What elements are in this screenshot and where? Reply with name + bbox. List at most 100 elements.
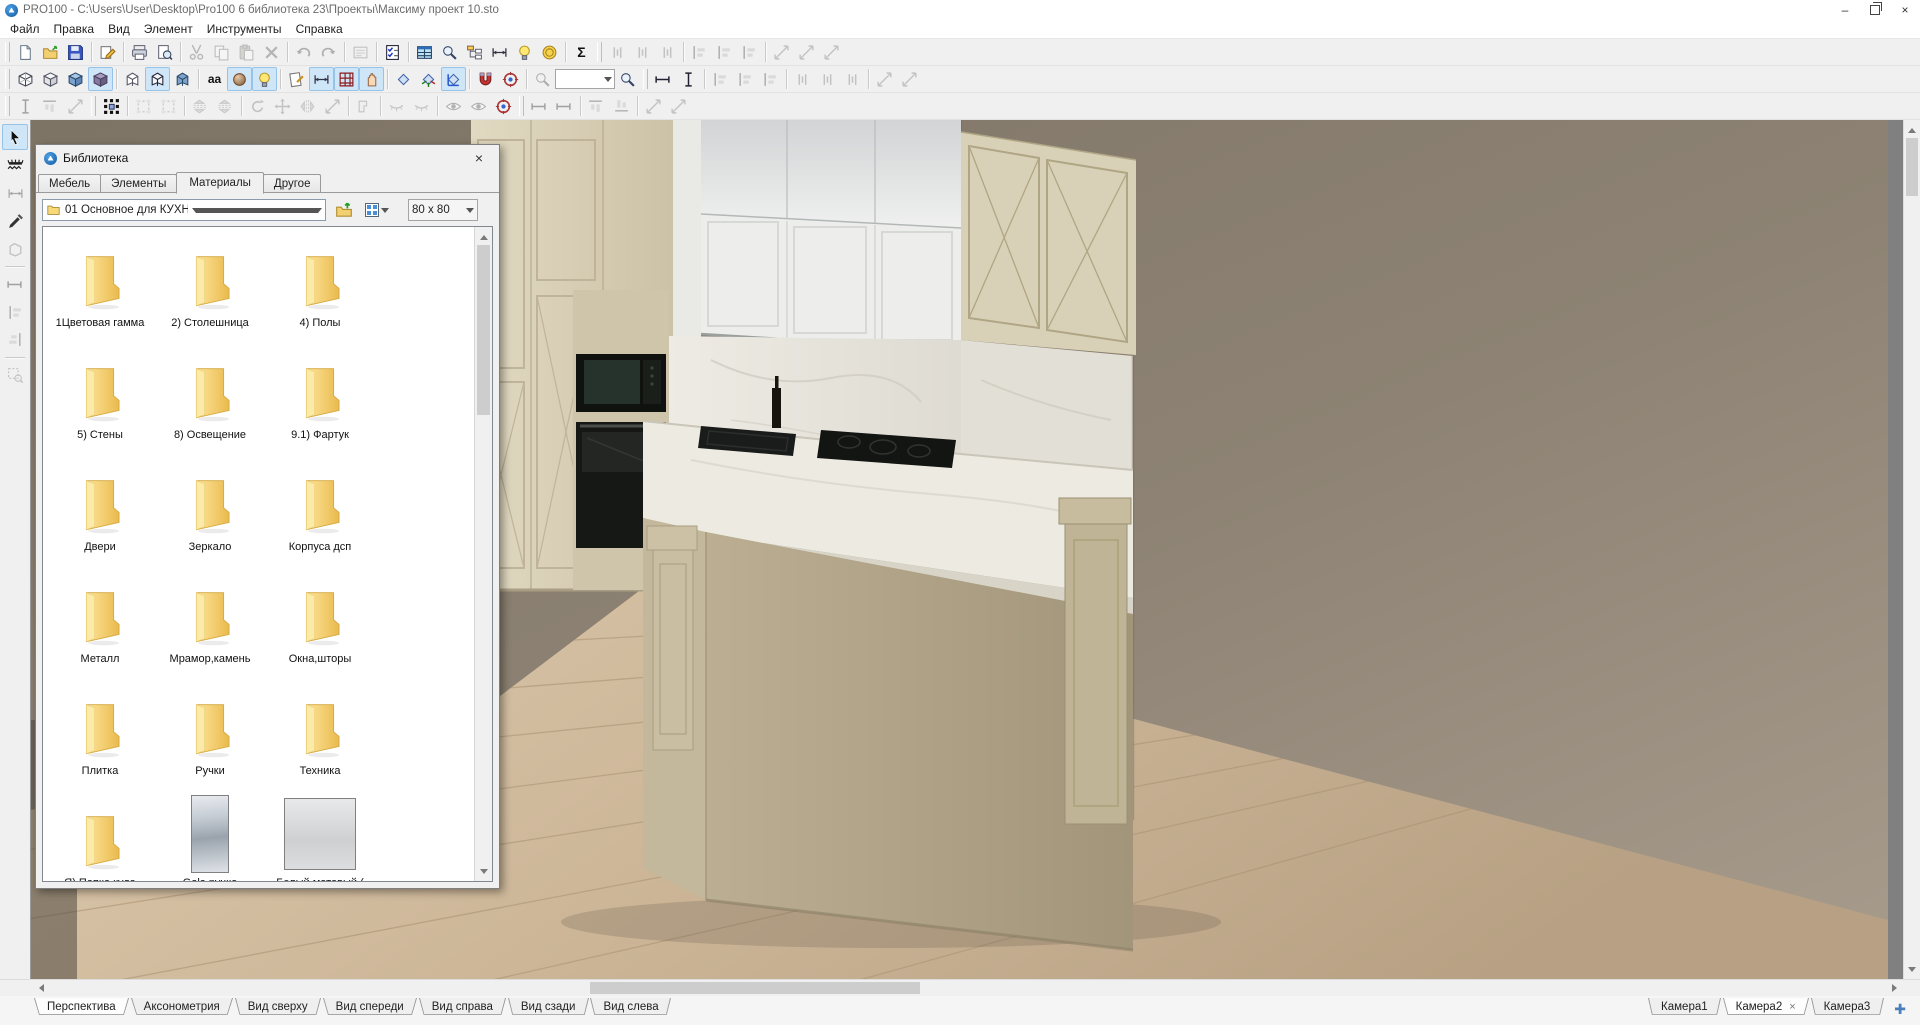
edges-mode-button[interactable] <box>145 67 170 91</box>
disabled-distribute-tool[interactable] <box>840 67 865 91</box>
rotate-tool[interactable] <box>245 94 270 118</box>
library-close-button[interactable]: × <box>462 147 496 169</box>
disabled-rotate-tool[interactable] <box>897 67 922 91</box>
folder-item[interactable]: Зеркало <box>155 457 265 569</box>
folder-item[interactable]: Плитка <box>45 681 155 793</box>
copy-button[interactable] <box>209 40 234 64</box>
paste-button[interactable] <box>234 40 259 64</box>
save-button[interactable] <box>63 40 88 64</box>
view-tab-axonometry[interactable]: Аксонометрия <box>131 998 233 1017</box>
camera-tab-1[interactable]: Камера1 <box>1648 998 1721 1017</box>
folder-item[interactable]: 2) Столешница <box>155 233 265 345</box>
view-tab-front[interactable]: Вид спереди <box>323 998 417 1017</box>
zoom-in-button[interactable] <box>615 67 640 91</box>
open-button[interactable] <box>38 40 63 64</box>
perspective-button[interactable] <box>441 67 466 91</box>
close-button[interactable]: × <box>1890 0 1920 20</box>
properties-button[interactable] <box>348 40 373 64</box>
minimize-button[interactable]: – <box>1830 0 1860 20</box>
snap-button[interactable] <box>473 67 498 91</box>
menu-view[interactable]: Вид <box>101 21 137 37</box>
folder-item[interactable]: 9.1) Фартук <box>265 345 375 457</box>
disabled-fit-tool[interactable] <box>527 94 552 118</box>
folder-item[interactable]: Окна,шторы <box>265 569 375 681</box>
thumbnail-size-combobox[interactable]: 80 x 80 <box>408 199 478 221</box>
disabled-side-tool[interactable] <box>2 327 28 353</box>
show-tool[interactable] <box>466 94 491 118</box>
library-panel-button[interactable] <box>412 40 437 64</box>
show-helpers-button[interactable] <box>359 67 384 91</box>
horizontal-scrollbar[interactable] <box>0 979 1920 996</box>
cut-element-tool-button[interactable] <box>2 152 28 178</box>
toolbar-grip[interactable] <box>5 42 10 62</box>
disabled-align-tool[interactable] <box>605 40 630 64</box>
disabled-side-tool[interactable] <box>2 299 28 325</box>
eyedropper-tool-button[interactable] <box>2 208 28 234</box>
disabled-group-tool[interactable] <box>156 94 181 118</box>
toolbar-grip[interactable] <box>643 69 648 89</box>
cut-button[interactable] <box>184 40 209 64</box>
shaded-mode-button[interactable] <box>170 67 195 91</box>
library-scrollbar[interactable] <box>474 227 492 881</box>
disabled-slope-tool[interactable] <box>666 94 691 118</box>
tab-other[interactable]: Другое <box>263 174 322 193</box>
tab-materials[interactable]: Материалы <box>176 172 264 194</box>
element-list-button[interactable] <box>380 40 405 64</box>
toolbar-grip[interactable] <box>91 96 96 116</box>
text-labels-button[interactable]: aa <box>202 67 227 91</box>
print-button[interactable] <box>127 40 152 64</box>
zoom-out-button[interactable] <box>530 67 555 91</box>
folder-item[interactable]: Металл <box>45 569 155 681</box>
disabled-distribute-tool[interactable] <box>790 67 815 91</box>
dimensions-panel-button[interactable] <box>487 40 512 64</box>
disabled-distribute-tool[interactable] <box>737 40 762 64</box>
camera-close-icon[interactable]: × <box>1789 1001 1795 1013</box>
folder-item[interactable]: Мрамор,камень <box>155 569 265 681</box>
menu-help[interactable]: Справка <box>289 21 350 37</box>
tab-furniture[interactable]: Мебель <box>38 174 101 193</box>
undo-button[interactable] <box>291 40 316 64</box>
view-tab-right[interactable]: Вид справа <box>419 998 506 1017</box>
disabled-align-tool[interactable] <box>708 67 733 91</box>
disabled-rotate-tool[interactable] <box>872 67 897 91</box>
textured-view-button[interactable] <box>88 67 113 91</box>
zoom-region-tool-button[interactable] <box>2 362 28 388</box>
orbit-center-button[interactable] <box>498 67 523 91</box>
add-camera-button[interactable]: ✚ <box>1884 998 1914 1018</box>
folder-path-combobox[interactable]: 01 Основное для КУХНИ <box>42 199 326 221</box>
new-button[interactable] <box>13 40 38 64</box>
show-tool[interactable] <box>441 94 466 118</box>
disabled-align-tool[interactable] <box>655 40 680 64</box>
disabled-flip-tool[interactable] <box>188 94 213 118</box>
contour-tool-button[interactable] <box>2 236 28 262</box>
library-scroll-thumb[interactable] <box>477 245 490 415</box>
folder-item[interactable]: 5) Стены <box>45 345 155 457</box>
scroll-left-button[interactable] <box>31 980 47 996</box>
view-mode-button[interactable] <box>362 198 390 222</box>
folder-item[interactable]: 1Цветовая гамма <box>45 233 155 345</box>
disabled-fit-tool[interactable] <box>609 94 634 118</box>
scroll-up-button[interactable] <box>1904 120 1920 136</box>
page-setup-button[interactable] <box>95 40 120 64</box>
menu-tools[interactable]: Инструменты <box>200 21 289 37</box>
folder-item[interactable]: Техника <box>265 681 375 793</box>
vertical-scrollbar[interactable] <box>1903 120 1920 979</box>
camera-tab-2[interactable]: Камера2× <box>1723 998 1809 1017</box>
disabled-center-tool[interactable] <box>38 94 63 118</box>
material-item[interactable]: Белый матовый ( металл) <box>265 793 375 881</box>
disabled-slope-tool[interactable] <box>641 94 666 118</box>
disabled-center-tool[interactable] <box>13 94 38 118</box>
folder-item[interactable]: Я) Папка куда новое сохраняю <box>45 793 155 881</box>
restore-button[interactable] <box>1860 0 1890 20</box>
camera-tab-3[interactable]: Камера3 <box>1811 998 1884 1017</box>
scroll-up-button[interactable] <box>475 227 492 243</box>
folder-item[interactable]: 8) Освещение <box>155 345 265 457</box>
folder-item[interactable]: 4) Полы <box>265 233 375 345</box>
mirror-tool[interactable] <box>295 94 320 118</box>
projection-button[interactable] <box>391 67 416 91</box>
hide-tool[interactable] <box>409 94 434 118</box>
library-dialog-titlebar[interactable]: Библиотека × <box>36 145 499 171</box>
zoom-panel-button[interactable] <box>437 40 462 64</box>
toolbar-grip[interactable] <box>597 42 602 62</box>
vertical-scroll-thumb[interactable] <box>1906 138 1918 196</box>
